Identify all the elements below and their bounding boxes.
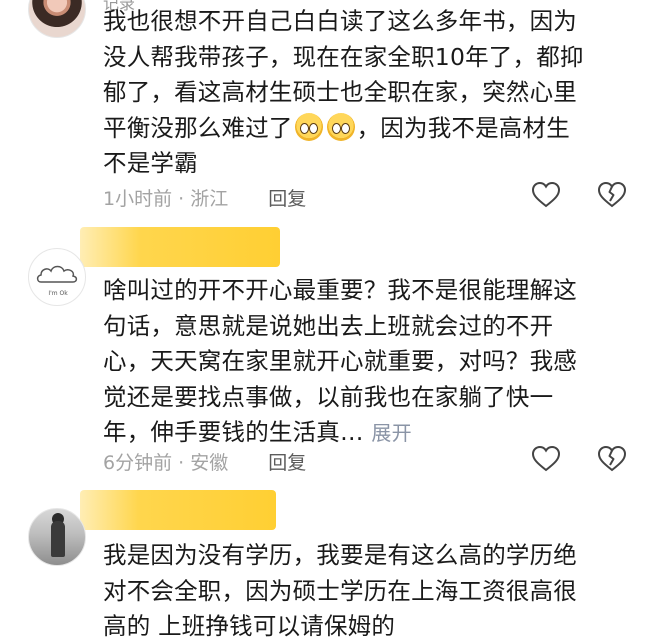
comment-text: 我是因为没有学历，我要是有这么高的学历绝 对不会全职，因为硕士学历在上海工资很高… bbox=[103, 538, 623, 640]
avatar-figure-body bbox=[51, 521, 65, 557]
broken-heart-icon[interactable] bbox=[597, 444, 627, 474]
username-highlight[interactable] bbox=[80, 227, 280, 267]
comment-line: 郁了，看这高材生硕士也全职在家，突然心里 bbox=[103, 78, 577, 106]
comment-text: 啥叫过的开不开心最重要？我不是很能理解这 句话，意思就是说她出去上班就会过的不开… bbox=[103, 273, 623, 452]
comment-line: 高的 上班挣钱可以请保姆的 bbox=[103, 612, 396, 640]
comment-feed: 记录 我也很想不开自己白白读了这么多年书，因为 没人帮我带孩子，现在在家全职10… bbox=[0, 0, 655, 640]
comment-line: 句话，意思就是说她出去上班就会过的不开 bbox=[103, 311, 554, 340]
comment-line: 不是学霸 bbox=[103, 149, 198, 177]
comment-line: 觉还是要找点事做，以前我也在家躺了快一 bbox=[103, 382, 554, 411]
comment-line-part: 年，伸手要钱的生活真… bbox=[103, 418, 364, 446]
comment-line-with-emoji: 平衡没那么难过了 ，因为我不是高材生 bbox=[103, 111, 623, 147]
comment-line-part: 平衡没那么难过了 bbox=[103, 113, 293, 142]
comment-line: 我是因为没有学历，我要是有这么高的学历绝 bbox=[103, 541, 577, 569]
time-location: 6分钟前 · 安徽 bbox=[103, 452, 229, 474]
comment-line-part: ，因为我不是高材生 bbox=[356, 113, 570, 142]
username-highlight[interactable] bbox=[80, 490, 276, 530]
comment-line: 啥叫过的开不开心最重要？我不是很能理解这 bbox=[103, 276, 577, 304]
avatar[interactable] bbox=[28, 0, 86, 38]
comment-meta: 1小时前 · 浙江 回复 bbox=[103, 184, 306, 211]
comment-text: 我也很想不开自己白白读了这么多年书，因为 没人帮我带孩子，现在在家全职10年了，… bbox=[103, 4, 623, 182]
broken-heart-icon[interactable] bbox=[597, 180, 627, 210]
avatar[interactable] bbox=[28, 508, 86, 566]
comment-meta: 6分钟前 · 安徽 回复 bbox=[103, 448, 306, 475]
reply-button[interactable]: 回复 bbox=[268, 188, 306, 210]
comment-line: 对不会全职，因为硕士学历在上海工资很高很 bbox=[103, 576, 577, 605]
cloud-icon: I'm Ok bbox=[36, 265, 78, 297]
comment-line: 没人帮我带孩子，现在在家全职10年了，都抑 bbox=[103, 42, 584, 71]
heart-outline-icon[interactable] bbox=[531, 180, 561, 210]
pleading-face-emoji bbox=[326, 112, 355, 141]
time-location: 1小时前 · 浙江 bbox=[103, 188, 229, 210]
comment-line: 心，天天窝在家里就开心就重要，对吗？我感 bbox=[103, 347, 577, 375]
heart-outline-icon[interactable] bbox=[531, 444, 561, 474]
pleading-face-emoji bbox=[294, 112, 323, 141]
reply-button[interactable]: 回复 bbox=[268, 452, 306, 474]
avatar-text: I'm Ok bbox=[48, 290, 68, 297]
expand-link[interactable]: 展开 bbox=[371, 421, 411, 445]
comment-line: 我也很想不开自己白白读了这么多年书，因为 bbox=[103, 7, 577, 35]
avatar[interactable]: I'm Ok bbox=[28, 248, 86, 306]
